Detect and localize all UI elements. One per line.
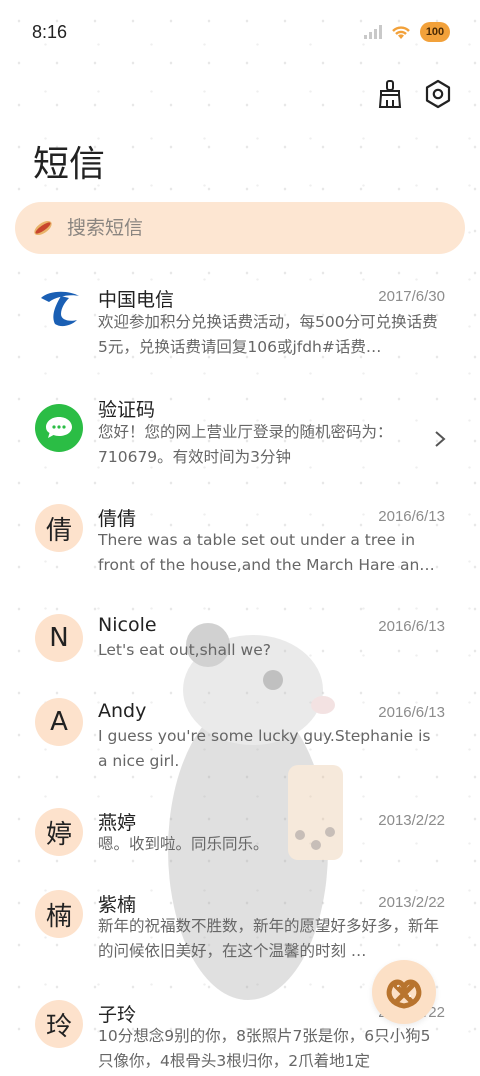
clean-brush-button[interactable] [376,78,404,110]
wifi-icon [392,26,410,39]
message-date: 2016/6/13 [378,618,445,635]
status-time: 8:16 [32,22,68,42]
settings-hexagon-icon [425,79,451,109]
contact-name: 子玲 [98,1004,137,1026]
conversation-item[interactable]: 婷 燕婷 2013/2/22 嗯。收到啦。同乐同乐。 [0,794,480,876]
message-preview: 新年的祝福数不胜数，新年的愿望好多好多，新年的问候依旧美好，在这个温馨的时刻 … [98,917,440,960]
contact-name: 中国电信 [98,289,175,311]
china-telecom-logo-icon [41,291,79,327]
hotdog-search-icon [34,220,52,236]
contact-name: 紫楠 [98,894,137,916]
contact-name: Andy [98,700,147,722]
search-bar[interactable] [15,202,465,254]
contact-name: 燕婷 [98,812,137,834]
avatar [35,284,83,332]
page-title: 短信 [33,144,106,185]
avatar [35,404,83,452]
avatar: 玲 [35,1000,83,1048]
message-date: 2016/6/13 [378,704,445,721]
message-date: 2016/6/13 [378,508,445,525]
message-preview: I guess you're some lucky guy.Stephanie … [98,727,431,770]
avatar: A [35,698,83,746]
message-preview: 您好！您的网上营业厅登录的随机密码为：710679。有效时间为3分钟 [98,423,393,466]
message-preview: There was a table set out under a tree i… [98,531,435,574]
message-preview: 欢迎参加积分兑换话费活动，每500分可兑换话费5元，兑换话费请回复106或jfd… [98,313,438,356]
status-bar: 8:16 100 [0,0,480,68]
broom-icon [378,80,402,108]
conversation-item[interactable]: A Andy 2016/6/13 I guess you're some luc… [0,684,480,794]
message-preview: Let's eat out,shall we? [98,641,271,659]
chat-bubble-icon [46,417,72,438]
message-date: 2013/2/22 [378,812,445,829]
message-date: 2017/6/30 [378,288,445,305]
search-input[interactable] [65,216,429,240]
chevron-right-icon [435,431,446,447]
pretzel-icon [386,979,422,1009]
avatar: N [35,614,83,662]
contact-name: Nicole [98,614,157,636]
conversation-item[interactable]: 验证码 您好！您的网上营业厅登录的随机密码为：710679。有效时间为3分钟 [0,378,480,488]
contact-name: 验证码 [98,399,156,421]
conversation-item[interactable]: N Nicole 2016/6/13 Let's eat out,shall w… [0,598,480,684]
avatar: 楠 [35,890,83,938]
battery-indicator: 100 [420,22,450,42]
conversation-item[interactable]: 中国电信 2017/6/30 欢迎参加积分兑换话费活动，每500分可兑换话费5元… [0,268,480,378]
cellular-signal-icon [364,25,382,39]
avatar: 婷 [35,808,83,856]
conversation-item[interactable]: 倩 倩倩 2016/6/13 There was a table set out… [0,488,480,598]
message-preview: 嗯。收到啦。同乐同乐。 [98,835,269,853]
new-message-button[interactable] [372,960,436,1024]
message-date: 2013/2/22 [378,894,445,911]
settings-button[interactable] [424,78,452,110]
contact-name: 倩倩 [98,508,137,530]
avatar: 倩 [35,504,83,552]
